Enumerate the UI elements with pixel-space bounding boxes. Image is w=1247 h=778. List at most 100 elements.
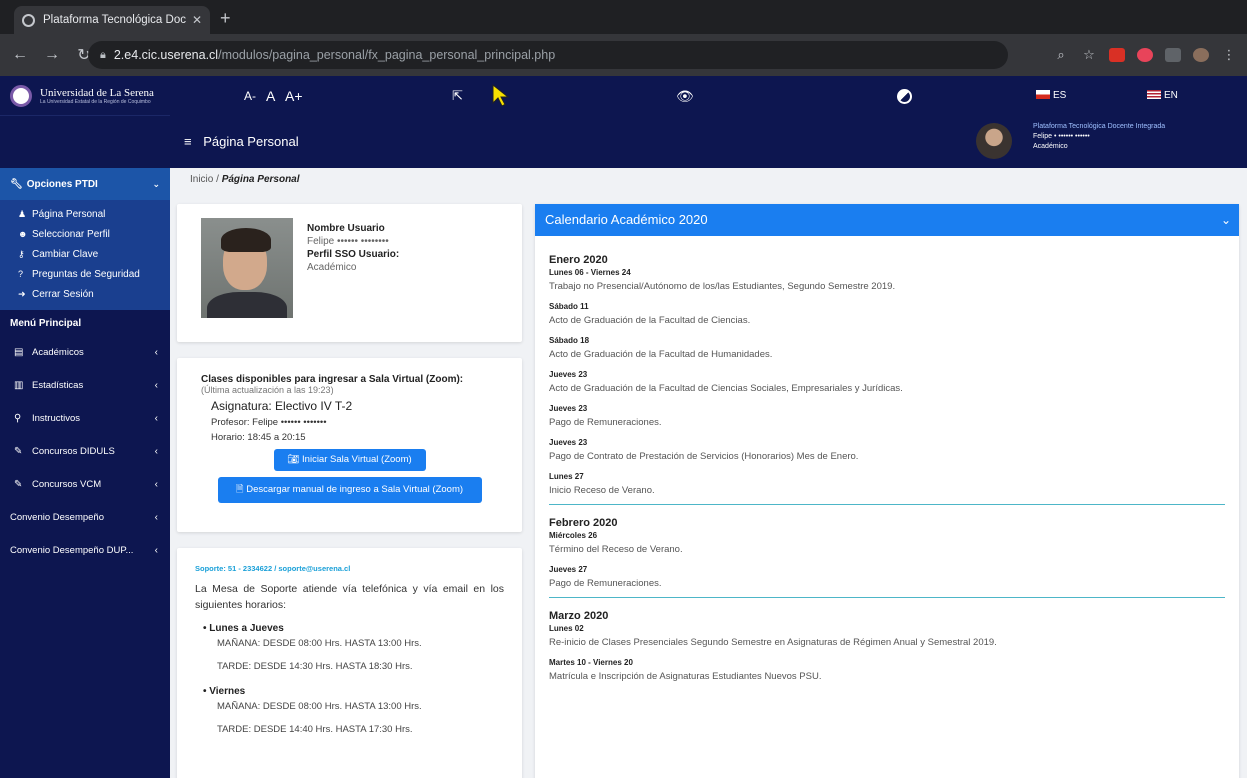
chevron-down-icon[interactable]: ⌄ xyxy=(1221,204,1231,236)
back-icon[interactable]: ← xyxy=(8,46,32,64)
chevron-left-icon: ‹ xyxy=(154,479,158,490)
university-seal-icon xyxy=(10,84,32,107)
brand-logo[interactable]: Universidad de La Serena La Universidad … xyxy=(0,76,170,116)
support-hours-afternoon: TARDE: DESDE 14:30 Hrs. HASTA 18:30 Hrs. xyxy=(217,661,413,672)
sidebar-item-instructivos[interactable]: ⚲ Instructivos ‹ xyxy=(0,402,170,435)
bar-chart-icon: ▥ xyxy=(14,380,24,391)
browser-tab[interactable]: Plataforma Tecnológica Docen ✕ xyxy=(14,6,210,34)
zoom-professor: Profesor: Felipe •••••• ••••••• xyxy=(211,417,327,428)
chevron-left-icon: ‹ xyxy=(154,380,158,391)
calendar-month: Marzo 2020 xyxy=(549,610,609,622)
extension-pocket-icon[interactable] xyxy=(1137,48,1153,62)
options-title: Opciones PTDI xyxy=(26,178,98,190)
sidebar-item-pagina-personal[interactable]: ♟ Página Personal xyxy=(0,204,170,224)
support-card: Soporte: 51 - 2334622 / soporte@userena.… xyxy=(177,548,522,778)
user-icon: ♟ xyxy=(18,208,27,219)
pencil-icon: ✎ xyxy=(14,446,23,457)
breadcrumb-home[interactable]: Inicio xyxy=(190,174,213,185)
profile-photo xyxy=(201,218,293,318)
options-list: ♟ Página Personal ☻ Seleccionar Perfil ⚷ Ca… xyxy=(0,200,170,310)
options-ptdi-toggle[interactable]: 🔧︎ Opciones PTDI ⌄ xyxy=(0,168,170,200)
lang-es-button[interactable]: ES xyxy=(1036,76,1066,116)
browser-toolbar: ← → ↻ 🔒︎ 2.e4.cic.userena.cl /modulos/pa… xyxy=(0,34,1247,76)
sidebar-item-concursos-vcm[interactable]: ✎ Concursos VCM ‹ xyxy=(0,468,170,501)
zoom-schedule: Horario: 18:45 a 20:15 xyxy=(211,432,306,443)
support-hours-afternoon: TARDE: DESDE 14:40 Hrs. HASTA 17:30 Hrs. xyxy=(217,724,413,735)
sidebar-item-academicos[interactable]: ▤ Académicos ‹ xyxy=(0,336,170,369)
us-flag-icon xyxy=(1147,89,1161,99)
sidebar-item-convenio-desempeno[interactable]: Convenio Desempeño ‹ xyxy=(0,501,170,534)
extension-icon[interactable] xyxy=(1165,48,1181,62)
user-value: Felipe •••••• •••••••• xyxy=(307,236,389,247)
user-info: Plataforma Tecnológica Docente Integrada… xyxy=(1033,122,1165,152)
address-bar[interactable]: 🔒︎ 2.e4.cic.userena.cl /modulos/pagina_p… xyxy=(88,41,1008,69)
forward-icon[interactable]: → xyxy=(40,46,64,64)
menu-principal-title: Menú Principal xyxy=(10,317,82,329)
zoom-icon[interactable]: ⌕ xyxy=(1053,47,1069,63)
sidebar-item-preguntas-seguridad[interactable]: ? Preguntas de Seguridad xyxy=(0,264,170,284)
brand-subtitle: La Universidad Estatal de la Región de C… xyxy=(40,98,151,105)
calendar-card: Calendario Académico 2020 ⌄ Enero 2020 L… xyxy=(535,204,1239,778)
wrench-icon: 🔧︎ xyxy=(10,178,23,190)
users-icon: ☻ xyxy=(18,229,28,239)
pencil-icon: ✎ xyxy=(14,479,23,490)
extension-adblock-icon[interactable] xyxy=(1109,48,1125,62)
contrast-toggle-button[interactable] xyxy=(897,76,912,116)
page-title: Página Personal xyxy=(203,134,299,149)
document-icon: 🗎︎ xyxy=(235,484,244,495)
key-icon: ⚷ xyxy=(18,248,25,259)
breadcrumb-current: Página Personal xyxy=(221,174,300,185)
id-card-icon: ▤ xyxy=(14,347,24,358)
accessibility-bar: A- A A+ ⇱ 👁︎ ES EN xyxy=(170,76,1247,116)
close-tab-icon[interactable]: ✕ xyxy=(192,13,202,27)
camera-icon: 📷︎ xyxy=(287,454,300,465)
calendar-event: Lunes 06 - Viernes 24 Trabajo no Presenci… xyxy=(549,268,896,292)
calendar-header[interactable]: Calendario Académico 2020 ⌄ xyxy=(535,204,1239,236)
chevron-left-icon: ‹ xyxy=(154,347,158,358)
sidebar-item-seleccionar-perfil[interactable]: ☻ Seleccionar Perfil xyxy=(0,224,170,244)
sidebar-item-estadisticas[interactable]: ▥ Estadísticas ‹ xyxy=(0,369,170,402)
mouse-pointer-icon xyxy=(492,83,510,107)
sidebar-item-convenio-desempeno-dup[interactable]: Convenio Desempeño DUP... ‹ xyxy=(0,534,170,567)
profile-avatar-icon[interactable] xyxy=(1193,48,1209,62)
hamburger-menu-icon[interactable]: ≡ xyxy=(184,134,192,149)
label-sso: Perfil SSO Usuario: xyxy=(307,249,400,260)
breadcrumb: Inicio / Página Personal xyxy=(190,174,300,185)
font-decrease-button[interactable]: A- xyxy=(244,76,256,116)
calendar-month: Febrero 2020 xyxy=(549,517,618,529)
font-normal-button[interactable]: A xyxy=(266,76,275,116)
lang-en-button[interactable]: EN xyxy=(1147,76,1178,116)
month-divider xyxy=(549,597,1225,598)
zoom-title: Clases disponibles para ingresar a Sala … xyxy=(201,374,464,385)
user-avatar[interactable] xyxy=(976,123,1012,159)
calendar-event: Sábado 11 Acto de Graduación de la Facult… xyxy=(549,302,751,326)
page-header: ≡ Página Personal Plataforma Tecnológica… xyxy=(170,116,1247,168)
chevron-down-icon: ⌄ xyxy=(152,178,160,189)
sidebar-item-concursos-diduls[interactable]: ✎ Concursos DIDULS ‹ xyxy=(0,435,170,468)
calendar-body: Enero 2020 Lunes 06 - Viernes 24 Trabajo … xyxy=(549,254,1225,682)
calendar-event: Lunes 02 Re-inicio de Clases Presenciales… xyxy=(549,624,997,648)
pin-icon: ⚲ xyxy=(14,413,22,424)
star-icon[interactable]: ☆ xyxy=(1081,47,1097,63)
user-role: Académico xyxy=(1033,143,1068,150)
calendar-month: Enero 2020 xyxy=(549,254,608,266)
new-tab-icon[interactable]: + xyxy=(220,8,231,28)
zoom-subject: Asignatura: Electivo IV T-2 xyxy=(211,399,353,413)
calendar-event: Sábado 18 Acto de Graduación de la Facult… xyxy=(549,336,773,360)
font-increase-button[interactable]: A+ xyxy=(285,76,303,116)
globe-icon xyxy=(22,13,35,27)
calendar-event: Lunes 27 Inicio Receso de Verano. xyxy=(549,472,655,496)
calendar-event: Jueves 23 Pago de Contrato de Prestación … xyxy=(549,438,859,462)
eye-slash-icon[interactable]: 👁︎ xyxy=(676,76,694,116)
download-manual-button[interactable]: 🗎︎ Descargar manual de ingreso a Sala Vi… xyxy=(217,477,482,503)
cursor-toggle-icon[interactable]: ⇱ xyxy=(452,76,463,116)
kebab-menu-icon[interactable]: ⋮ xyxy=(1221,47,1237,63)
sidebar-item-cambiar-clave[interactable]: ⚷ Cambiar Clave xyxy=(0,244,170,264)
chevron-left-icon: ‹ xyxy=(154,446,158,457)
sidebar-item-cerrar-sesion[interactable]: ➜ Cerrar Sesión xyxy=(0,284,170,304)
start-zoom-button[interactable]: 📷︎ Iniciar Sala Virtual (Zoom) xyxy=(273,449,426,471)
sidebar: Universidad de La Serena La Universidad … xyxy=(0,76,170,778)
support-header[interactable]: Soporte: 51 - 2334622 / soporte@userena.… xyxy=(195,564,504,573)
sso-value: Académico xyxy=(307,262,357,273)
chevron-left-icon: ‹ xyxy=(154,413,158,424)
